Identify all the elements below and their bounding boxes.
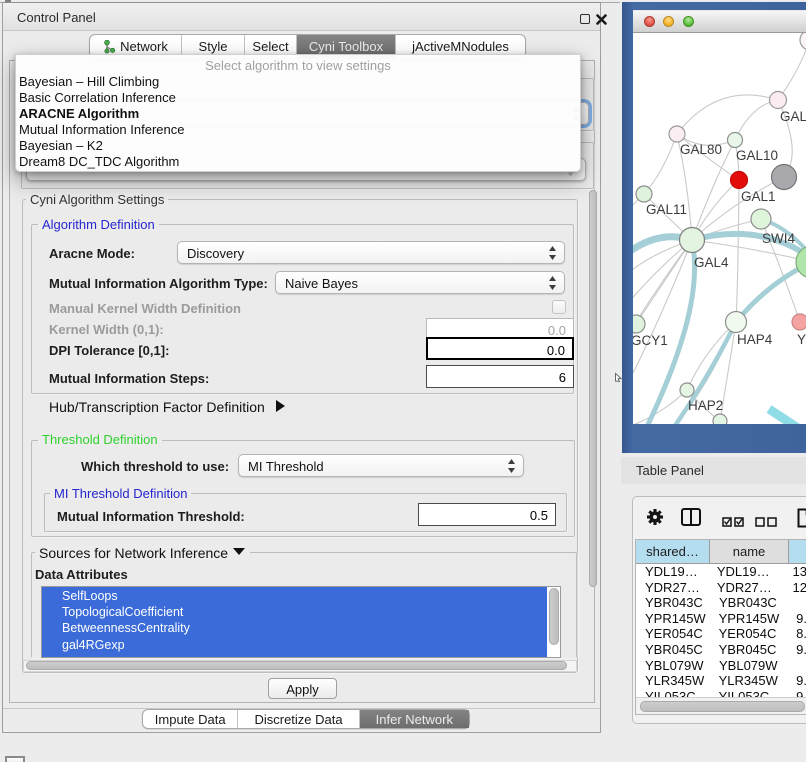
svg-text:HAP4: HAP4 (737, 332, 773, 347)
svg-text:GAL7: GAL7 (780, 109, 806, 124)
svg-text:GAL1: GAL1 (741, 189, 776, 204)
svg-text:Y: Y (797, 332, 806, 347)
svg-text:SWI4: SWI4 (762, 231, 795, 246)
svg-text:GCY1: GCY1 (633, 333, 668, 348)
svg-text:GAL4: GAL4 (694, 255, 729, 270)
svg-text:GAL80: GAL80 (680, 142, 722, 157)
svg-text:GAL11: GAL11 (646, 202, 687, 217)
svg-text:GAL10: GAL10 (736, 148, 778, 163)
svg-text:HAP2: HAP2 (688, 398, 723, 413)
